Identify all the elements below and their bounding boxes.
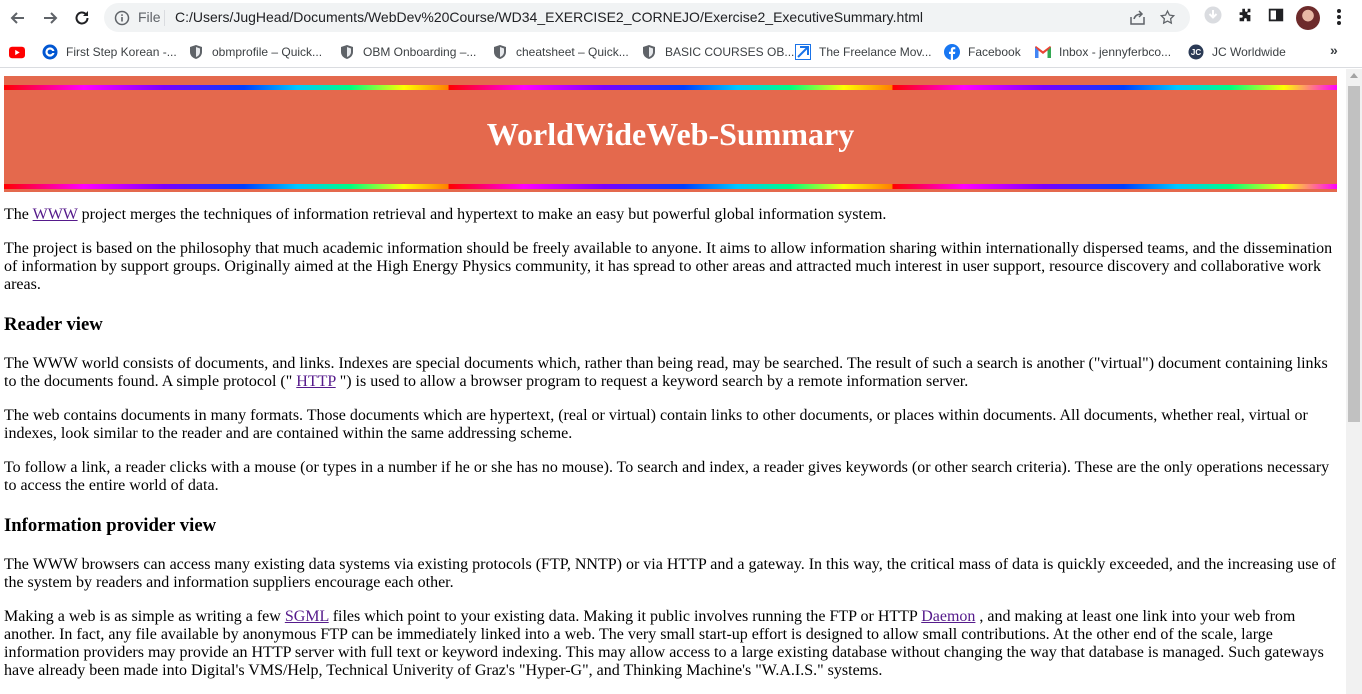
shield-icon [641, 44, 657, 60]
philosophy-paragraph: The project is based on the philosophy t… [4, 240, 1333, 293]
http-link[interactable]: HTTP [296, 373, 335, 390]
bookmarks-bar: First Step Korean -... obmprofile – Quic… [0, 36, 1362, 68]
intro-paragraph: The WWW project merges the techniques of… [4, 206, 1338, 224]
bookmark-basic-courses[interactable]: BASIC COURSES OB... [641, 42, 794, 62]
coursera-icon [42, 44, 58, 60]
reload-button[interactable] [69, 5, 95, 31]
bookmark-label: Facebook [968, 45, 1021, 59]
side-panel-icon[interactable] [1267, 5, 1285, 25]
scrollbar-thumb[interactable] [1348, 86, 1360, 422]
shield-icon [492, 44, 508, 60]
forward-button[interactable] [37, 5, 63, 31]
rainbow-divider-top [4, 85, 1337, 90]
bookmark-label: Inbox - jennyferbco... [1059, 45, 1172, 59]
browser-toolbar: File C:/Users/JugHead/Documents/WebDev%2… [0, 0, 1362, 36]
forward-arrow-icon [44, 12, 58, 24]
bookmark-label: The Freelance Mov... [819, 45, 932, 59]
share-icon[interactable] [1129, 9, 1146, 26]
provider-paragraph-1: The WWW browsers can access many existin… [4, 556, 1336, 591]
bookmark-label: OBM Onboarding –... [363, 45, 477, 59]
url-text[interactable]: C:/Users/JugHead/Documents/WebDev%20Cour… [175, 9, 923, 25]
reader-text-after: ") is used to allow a browser program to… [335, 373, 969, 390]
scroll-up-arrow-icon[interactable] [1350, 73, 1358, 78]
reload-icon [75, 11, 89, 25]
extensions-puzzle-icon[interactable] [1236, 5, 1254, 25]
reader-paragraph-3: To follow a link, a reader clicks with a… [4, 459, 1330, 494]
bookmark-jc-worldwide[interactable]: JC JC Worldwide [1188, 42, 1286, 62]
bookmark-youtube[interactable] [9, 42, 25, 62]
bookmark-label: obmprofile – Quick... [212, 45, 323, 59]
file-scheme-label: File [138, 9, 161, 25]
bookmark-label: BASIC COURSES OB... [665, 45, 795, 59]
bookmark-cheatsheet[interactable]: cheatsheet – Quick... [492, 42, 629, 62]
info-icon[interactable] [114, 10, 130, 26]
gmail-icon [1035, 44, 1051, 60]
scheme-divider [164, 10, 165, 26]
bookmark-inbox[interactable]: Inbox - jennyferbco... [1035, 42, 1171, 62]
svg-text:JC: JC [1191, 48, 1201, 57]
bookmark-obm-onboarding[interactable]: OBM Onboarding –... [339, 42, 476, 62]
www-link[interactable]: WWW [33, 206, 78, 223]
shield-icon [188, 44, 204, 60]
back-arrow-icon [10, 12, 24, 24]
bookmark-first-step-korean[interactable]: First Step Korean -... [42, 42, 177, 62]
intro-text-after: project merges the techniques of informa… [77, 206, 887, 223]
page-viewport: WorldWideWeb-Summary The WWW project mer… [0, 69, 1346, 694]
bookmark-label: First Step Korean -... [66, 45, 177, 59]
bookmark-facebook[interactable]: Facebook [944, 42, 1021, 62]
profile-avatar[interactable] [1296, 6, 1320, 30]
rainbow-divider-bottom [4, 184, 1337, 189]
bookmark-freelance-movement[interactable]: The Freelance Mov... [795, 42, 932, 62]
bookmark-label: cheatsheet – Quick... [516, 45, 629, 59]
bookmark-obmprofile[interactable]: obmprofile – Quick... [188, 42, 322, 62]
reader-paragraph-1: The WWW world consists of documents, and… [4, 355, 1338, 391]
provider-view-heading: Information provider view [4, 515, 217, 536]
facebook-icon [944, 44, 960, 60]
provider-paragraph-2: Making a web is as simple as writing a f… [4, 608, 1338, 680]
page-header: WorldWideWeb-Summary [4, 76, 1337, 192]
more-menu-icon[interactable] [1336, 7, 1342, 27]
download-icon[interactable] [1203, 5, 1223, 25]
page-title: WorldWideWeb-Summary [486, 116, 855, 152]
sgml-link[interactable]: SGML [285, 608, 329, 625]
jc-icon: JC [1188, 44, 1204, 60]
freelance-icon [795, 44, 811, 60]
youtube-icon [9, 44, 25, 60]
daemon-link[interactable]: Daemon [921, 608, 975, 625]
back-button[interactable] [5, 5, 31, 31]
vertical-scrollbar[interactable] [1346, 69, 1362, 694]
address-bar[interactable]: File C:/Users/JugHead/Documents/WebDev%2… [104, 3, 1190, 32]
provider-text-before: Making a web is as simple as writing a f… [4, 608, 285, 625]
reader-view-heading: Reader view [4, 314, 103, 335]
bookmark-label: JC Worldwide [1212, 45, 1286, 59]
shield-icon [339, 44, 355, 60]
page-content: The WWW project merges the techniques of… [4, 206, 1338, 694]
bookmark-star-icon[interactable] [1159, 9, 1176, 26]
provider-text-middle: files which point to your existing data.… [328, 608, 922, 625]
intro-text-before: The [4, 206, 33, 223]
more-bookmarks-button[interactable]: » [1330, 42, 1338, 58]
reader-paragraph-2: The web contains documents in many forma… [4, 407, 1308, 442]
